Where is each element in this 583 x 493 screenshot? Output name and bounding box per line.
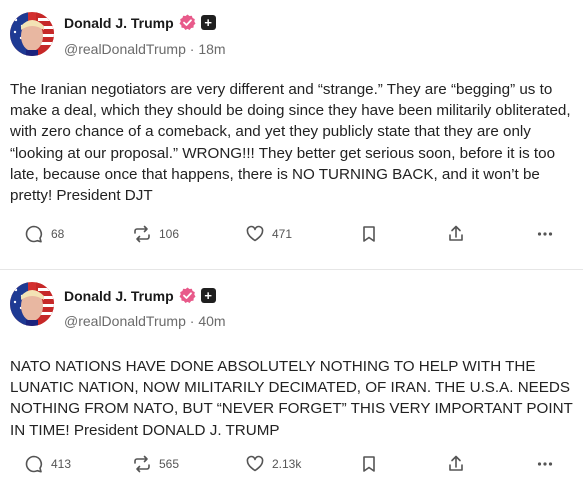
action-bar: 68 106 471 bbox=[0, 224, 583, 248]
share-icon bbox=[449, 455, 463, 471]
author-name[interactable]: Donald J. Trump bbox=[64, 15, 174, 31]
verified-badge-icon bbox=[179, 14, 196, 31]
like-count: 2.13k bbox=[272, 457, 302, 471]
like-button[interactable]: 2.13k bbox=[245, 454, 301, 474]
heart-icon bbox=[246, 455, 264, 472]
handle-row: @realDonaldTrump · 40m bbox=[64, 313, 226, 329]
repost-icon bbox=[134, 455, 150, 473]
author-row: Donald J. Trump + bbox=[64, 14, 216, 31]
time-separator: · bbox=[185, 41, 199, 57]
share-icon bbox=[449, 225, 463, 241]
more-options-button[interactable] bbox=[535, 454, 555, 474]
author-name[interactable]: Donald J. Trump bbox=[64, 288, 174, 304]
reply-icon bbox=[25, 455, 43, 473]
post-text: NATO NATIONS HAVE DONE ABSOLUTELY NOTHIN… bbox=[10, 358, 573, 439]
bookmark-icon bbox=[363, 226, 375, 242]
avatar[interactable] bbox=[10, 12, 54, 56]
bookmark-button[interactable] bbox=[359, 454, 379, 474]
action-bar: 413 565 2.13k bbox=[0, 454, 583, 478]
timestamp[interactable]: 40m bbox=[198, 313, 225, 329]
bookmark-icon bbox=[363, 456, 375, 472]
time-separator: · bbox=[185, 313, 199, 329]
repost-icon bbox=[134, 225, 150, 243]
handle-row: @realDonaldTrump · 18m bbox=[64, 41, 226, 57]
plus-badge-icon: + bbox=[200, 288, 216, 303]
repost-count: 106 bbox=[159, 227, 180, 241]
avatar[interactable] bbox=[10, 282, 54, 326]
like-button[interactable]: 471 bbox=[245, 224, 292, 244]
more-options-button[interactable] bbox=[535, 224, 555, 244]
repost-count: 565 bbox=[159, 457, 180, 471]
repost-button[interactable]: 565 bbox=[132, 454, 179, 474]
more-icon bbox=[537, 462, 553, 466]
post-card: Donald J. Trump + @realDonaldTrump · 18m… bbox=[0, 0, 583, 270]
more-icon bbox=[537, 232, 553, 236]
reply-count: 413 bbox=[51, 457, 72, 471]
reply-count: 68 bbox=[51, 227, 65, 241]
plus-badge-icon: + bbox=[200, 15, 216, 30]
handle[interactable]: @realDonaldTrump bbox=[64, 41, 186, 57]
author-row: Donald J. Trump + bbox=[64, 287, 216, 304]
reply-icon bbox=[25, 225, 43, 243]
like-count: 471 bbox=[272, 227, 293, 241]
handle[interactable]: @realDonaldTrump bbox=[64, 313, 186, 329]
repost-button[interactable]: 106 bbox=[132, 224, 179, 244]
verified-badge-icon bbox=[179, 287, 196, 304]
reply-button[interactable]: 68 bbox=[24, 224, 64, 244]
share-button[interactable] bbox=[446, 224, 466, 244]
heart-icon bbox=[246, 225, 264, 242]
bookmark-button[interactable] bbox=[359, 224, 379, 244]
post-card: Donald J. Trump + @realDonaldTrump · 40m… bbox=[0, 270, 583, 493]
reply-button[interactable]: 413 bbox=[24, 454, 71, 474]
timestamp[interactable]: 18m bbox=[198, 41, 225, 57]
post-text: The Iranian negotiators are very differe… bbox=[10, 81, 571, 205]
share-button[interactable] bbox=[446, 454, 466, 474]
